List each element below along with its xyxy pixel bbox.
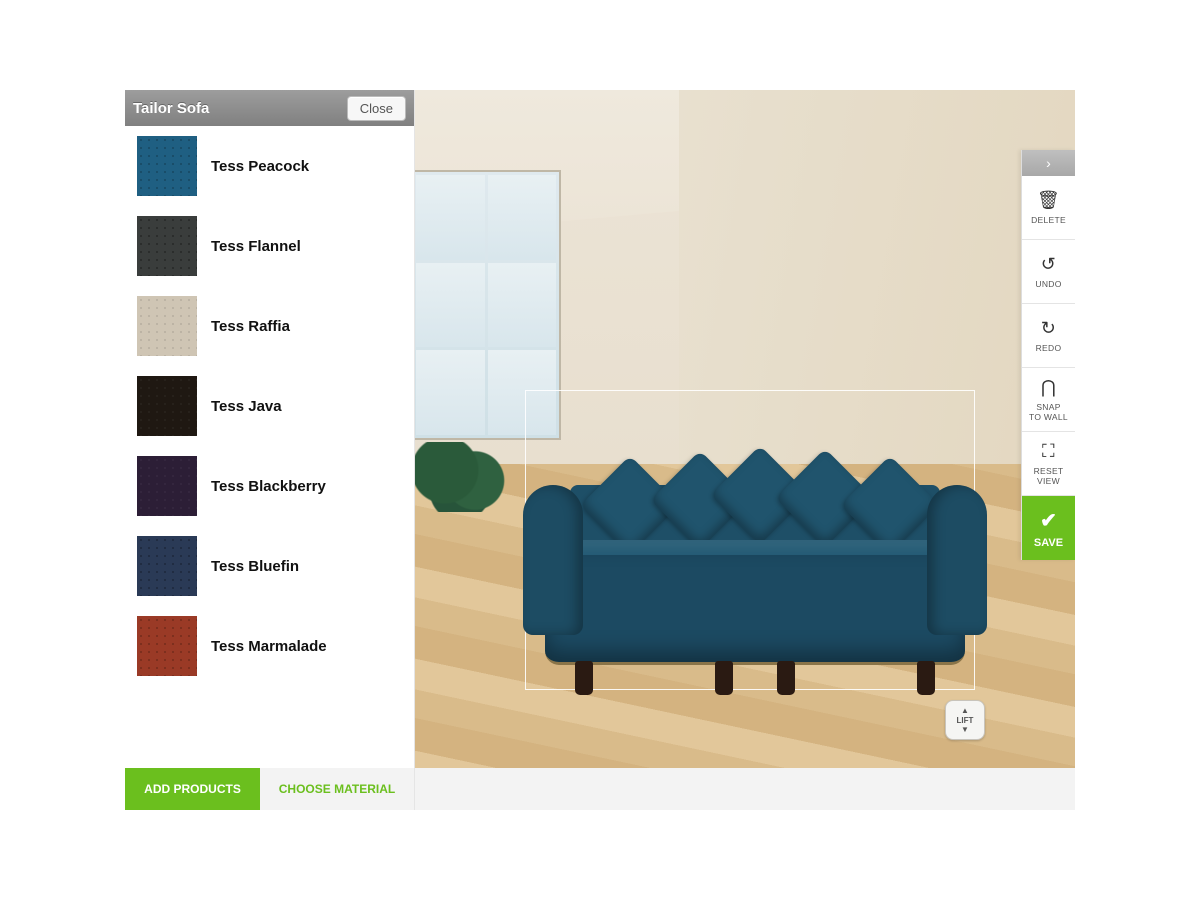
panel-footer: ADD PRODUCTS CHOOSE MATERIAL	[125, 768, 414, 810]
redo-button[interactable]: ↻ REDO	[1022, 304, 1075, 368]
undo-label: UNDO	[1035, 280, 1061, 290]
delete-button[interactable]: 🗑 DELETE	[1022, 176, 1075, 240]
chevron-right-icon: ›	[1046, 155, 1051, 171]
swatch-label: Tess Flannel	[211, 238, 301, 255]
swatch-row[interactable]: Tess Bluefin	[125, 526, 414, 606]
swatch-thumbnail	[137, 456, 197, 516]
swatch-label: Tess Java	[211, 398, 282, 415]
panel-title: Tailor Sofa	[133, 100, 209, 117]
close-button[interactable]: Close	[347, 96, 406, 121]
scene-footer	[415, 768, 1075, 810]
swatch-thumbnail	[137, 136, 197, 196]
room-window	[415, 170, 561, 440]
swatch-thumbnail	[137, 376, 197, 436]
sofa-object[interactable]	[515, 415, 995, 695]
swatch-label: Tess Peacock	[211, 158, 309, 175]
snap-label: SNAPTO WALL	[1029, 403, 1068, 423]
right-toolbar: › 🗑 DELETE ↺ UNDO ↻ REDO ⋂ SNAPTO WALL ⛶…	[1021, 150, 1075, 560]
swatch-thumbnail	[137, 536, 197, 596]
redo-icon: ↻	[1041, 318, 1056, 339]
lift-label: LIFT	[957, 716, 974, 725]
room-scene[interactable]: ▲ LIFT ▼	[415, 90, 1075, 810]
snap-to-wall-button[interactable]: ⋂ SNAPTO WALL	[1022, 368, 1075, 432]
reset-view-icon: ⛶	[1042, 441, 1055, 462]
toolbar-collapse-button[interactable]: ›	[1022, 150, 1075, 176]
swatch-row[interactable]: Tess Raffia	[125, 286, 414, 366]
lift-down-arrow-icon: ▼	[961, 726, 969, 734]
swatch-label: Tess Bluefin	[211, 558, 299, 575]
save-button[interactable]: ✔ SAVE	[1022, 496, 1075, 560]
swatch-thumbnail	[137, 616, 197, 676]
lift-button[interactable]: ▲ LIFT ▼	[945, 700, 985, 740]
panel-header: Tailor Sofa Close	[125, 90, 414, 126]
undo-button[interactable]: ↺ UNDO	[1022, 240, 1075, 304]
swatch-row[interactable]: Tess Marmalade	[125, 606, 414, 686]
reset-label: RESETVIEW	[1034, 467, 1064, 487]
add-products-button[interactable]: ADD PRODUCTS	[125, 768, 260, 810]
swatch-thumbnail	[137, 216, 197, 276]
magnet-icon: ⋂	[1041, 377, 1056, 398]
checkmark-icon: ✔	[1040, 508, 1057, 533]
save-label: SAVE	[1034, 537, 1063, 549]
swatch-label: Tess Marmalade	[211, 638, 327, 655]
undo-icon: ↺	[1041, 254, 1056, 275]
swatch-row[interactable]: Tess Flannel	[125, 206, 414, 286]
trash-icon: 🗑	[1037, 190, 1060, 211]
redo-label: REDO	[1036, 344, 1062, 354]
swatch-label: Tess Raffia	[211, 318, 290, 335]
window-foliage	[415, 442, 515, 512]
material-panel: Tailor Sofa Close Tess Peacock Tess Flann…	[125, 90, 415, 810]
swatch-thumbnail	[137, 296, 197, 356]
app-frame: Tailor Sofa Close Tess Peacock Tess Flann…	[125, 90, 1075, 810]
swatch-row[interactable]: Tess Java	[125, 366, 414, 446]
delete-label: DELETE	[1031, 216, 1066, 226]
swatch-row[interactable]: Tess Peacock	[125, 126, 414, 206]
swatch-row[interactable]: Tess Blackberry	[125, 446, 414, 526]
swatch-label: Tess Blackberry	[211, 478, 326, 495]
swatch-list: Tess Peacock Tess Flannel Tess Raffia Tess …	[125, 126, 414, 768]
lift-up-arrow-icon: ▲	[961, 707, 969, 715]
choose-material-button[interactable]: CHOOSE MATERIAL	[260, 768, 414, 810]
reset-view-button[interactable]: ⛶ RESETVIEW	[1022, 432, 1075, 496]
